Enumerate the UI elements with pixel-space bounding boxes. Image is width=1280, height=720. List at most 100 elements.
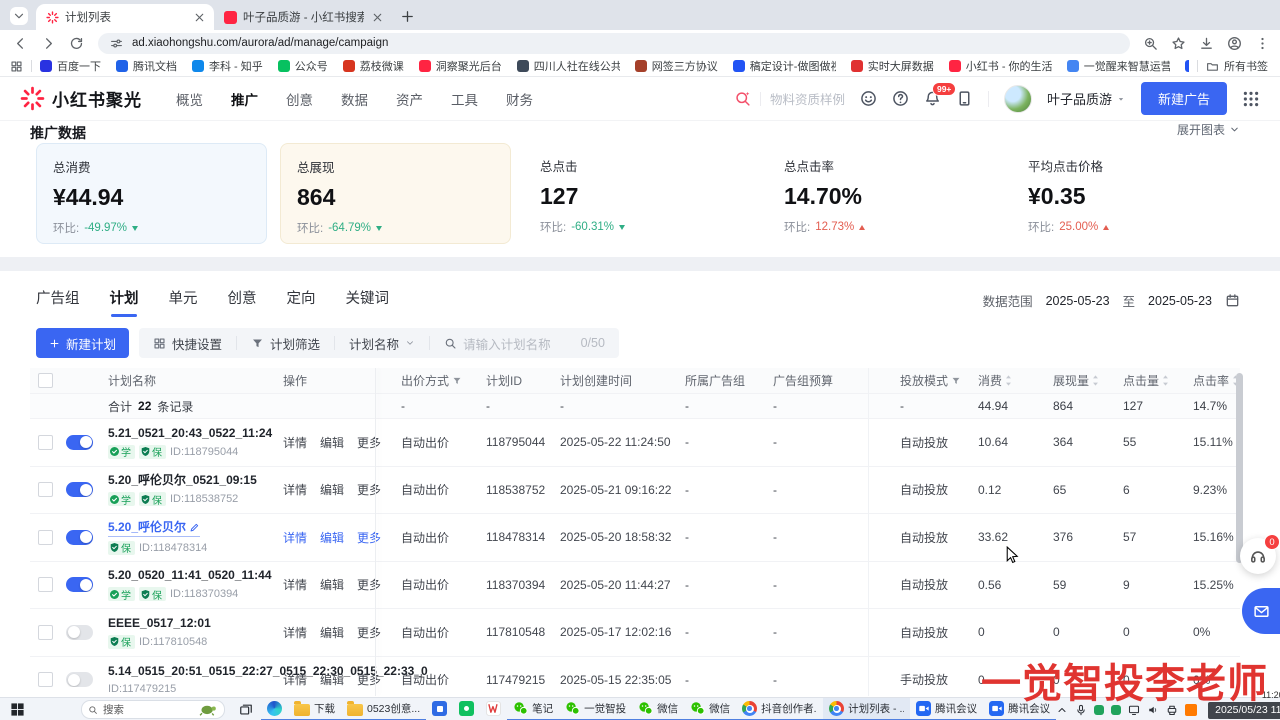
taskbar-app-一觉智投[interactable]: 一觉智投 [559,698,632,720]
new-plan-button[interactable]: 新建计划 [36,328,129,358]
row-checkbox[interactable] [38,482,53,497]
date-range-picker[interactable]: 数据范围 2025-05-23 至 2025-05-23 [983,291,1240,310]
nav-item-推广[interactable]: 推广 [231,89,258,109]
new-ad-button[interactable]: 新建广告 [1141,82,1227,115]
select-all-checkbox[interactable] [38,373,53,388]
plan-name[interactable]: 5.21_0521_20:43_0522_11:24 [108,426,272,440]
detail-link[interactable]: 详情 [283,529,307,546]
tab-close-icon[interactable] [192,10,207,25]
profile-icon[interactable] [1227,36,1242,51]
bookmark-item[interactable]: 洞察聚光后台 [419,58,502,74]
address-bar[interactable]: ad.xiaohongshu.com/aurora/ad/manage/camp… [98,33,1130,54]
plan-filter-button[interactable]: 计划筛选 [237,334,334,353]
row-checkbox[interactable] [38,435,53,450]
taskbar-app-下载[interactable]: 下载 [288,698,341,720]
bookmark-item[interactable]: 小红书 - 你的生活... [949,58,1052,74]
edit-link[interactable]: 编辑 [320,434,344,451]
taskbar-search[interactable]: 搜索 [81,700,225,719]
app-logo[interactable]: 小红书聚光 [20,86,142,111]
bookmark-item[interactable]: 腾讯文档 [116,58,177,74]
date-from[interactable]: 2025-05-23 [1046,294,1110,308]
bookmark-item[interactable]: 四川人社在线公共... [517,58,620,74]
browser-tab[interactable]: 叶子品质游 - 小红书搜索 [214,4,392,30]
quick-settings-button[interactable]: 快捷设置 [139,334,236,353]
col-cost[interactable]: 消费 [978,372,1053,389]
more-link[interactable]: 更多 [357,671,381,688]
bookmark-item[interactable]: 稿定设计-做图做视... [733,58,836,74]
feedback-smiley-icon[interactable] [860,90,877,107]
all-bookmarks[interactable]: 所有书签 [1206,58,1268,74]
edit-pencil-icon[interactable] [189,522,200,533]
apps-grid-icon[interactable] [10,60,23,73]
account-menu[interactable]: 叶子品质游 [1047,89,1126,108]
taskbar-app[interactable] [480,698,507,720]
date-to[interactable]: 2025-05-23 [1148,294,1212,308]
more-link[interactable]: 更多 [357,434,381,451]
browser-menu-icon[interactable] [1255,36,1270,51]
edit-link[interactable]: 编辑 [320,576,344,593]
more-link[interactable]: 更多 [357,529,381,546]
taskbar-app[interactable] [453,698,480,720]
nav-item-工具[interactable]: 工具 [451,89,478,109]
row-toggle[interactable] [66,672,93,687]
plan-name[interactable]: 5.20_呼伦贝尔 [108,520,200,537]
detail-link[interactable]: 详情 [283,624,307,641]
edit-link[interactable]: 编辑 [320,481,344,498]
more-link[interactable]: 更多 [357,576,381,593]
tab-计划[interactable]: 计划 [110,287,139,308]
edit-link[interactable]: 编辑 [320,529,344,546]
plan-name[interactable]: 5.20_0520_11:41_0520_11:44 [108,568,272,582]
nav-item-财务[interactable]: 财务 [506,89,533,109]
bookmark-item[interactable]: 李科 - 知乎 [192,58,263,74]
row-toggle[interactable] [66,530,93,545]
edit-link[interactable]: 编辑 [320,671,344,688]
support-headset-button[interactable]: 0 [1240,538,1276,574]
detail-link[interactable]: 详情 [283,671,307,688]
tab-创意[interactable]: 创意 [228,287,257,308]
row-toggle[interactable] [66,435,93,450]
tab-关键词[interactable]: 关键词 [346,287,390,308]
search-field-select[interactable]: 计划名称 [335,334,429,353]
task-view-icon[interactable] [239,703,253,717]
bookmark-item[interactable]: 一觉醒来智慧运营v... [1067,58,1170,74]
more-link[interactable]: 更多 [357,624,381,641]
taskbar-app-微信[interactable]: 微信 [632,698,684,720]
detail-link[interactable]: 详情 [283,576,307,593]
filter-icon[interactable] [951,376,961,386]
avatar[interactable] [1004,85,1032,113]
site-settings-icon[interactable] [110,37,123,50]
col-clicks[interactable]: 点击量 [1123,372,1193,389]
tab-广告组[interactable]: 广告组 [36,287,80,308]
col-impr[interactable]: 展现量 [1053,372,1123,389]
message-fab[interactable] [1242,588,1280,634]
tab-search-icon[interactable] [10,7,28,25]
downloads-icon[interactable] [1199,36,1214,51]
start-button[interactable] [10,702,25,717]
taskbar-app[interactable] [261,698,288,720]
bookmark-star-icon[interactable] [1171,36,1186,51]
more-link[interactable]: 更多 [357,481,381,498]
bookmark-item[interactable]: 百度一下 [40,58,101,74]
bookmark-item[interactable]: 实时大屏数据 [851,58,934,74]
row-checkbox[interactable] [38,577,53,592]
browser-tab[interactable]: 计划列表 [36,4,214,30]
sort-icon[interactable] [1162,374,1169,387]
forward-icon[interactable] [41,36,56,51]
expand-chart-toggle[interactable]: 展开图表 [1177,121,1240,138]
taskbar-app[interactable] [426,698,453,720]
taskbar-app-抖音创作者...[interactable]: 抖音创作者... [736,698,823,720]
row-checkbox[interactable] [38,530,53,545]
col-mode[interactable]: 投放模式 [900,372,978,389]
new-tab-button[interactable] [400,9,415,24]
nav-item-资产[interactable]: 资产 [396,89,423,109]
header-search[interactable]: 物料资质样例 [734,89,845,108]
taskbar-app-腾讯会议[interactable]: 腾讯会议 [910,698,983,720]
nav-item-概览[interactable]: 概览 [176,89,203,109]
detail-link[interactable]: 详情 [283,481,307,498]
nav-item-数据[interactable]: 数据 [341,89,368,109]
reload-icon[interactable] [69,36,84,51]
edit-link[interactable]: 编辑 [320,624,344,641]
row-toggle[interactable] [66,482,93,497]
row-checkbox[interactable] [38,672,53,687]
apps-menu-icon[interactable] [1242,90,1260,108]
